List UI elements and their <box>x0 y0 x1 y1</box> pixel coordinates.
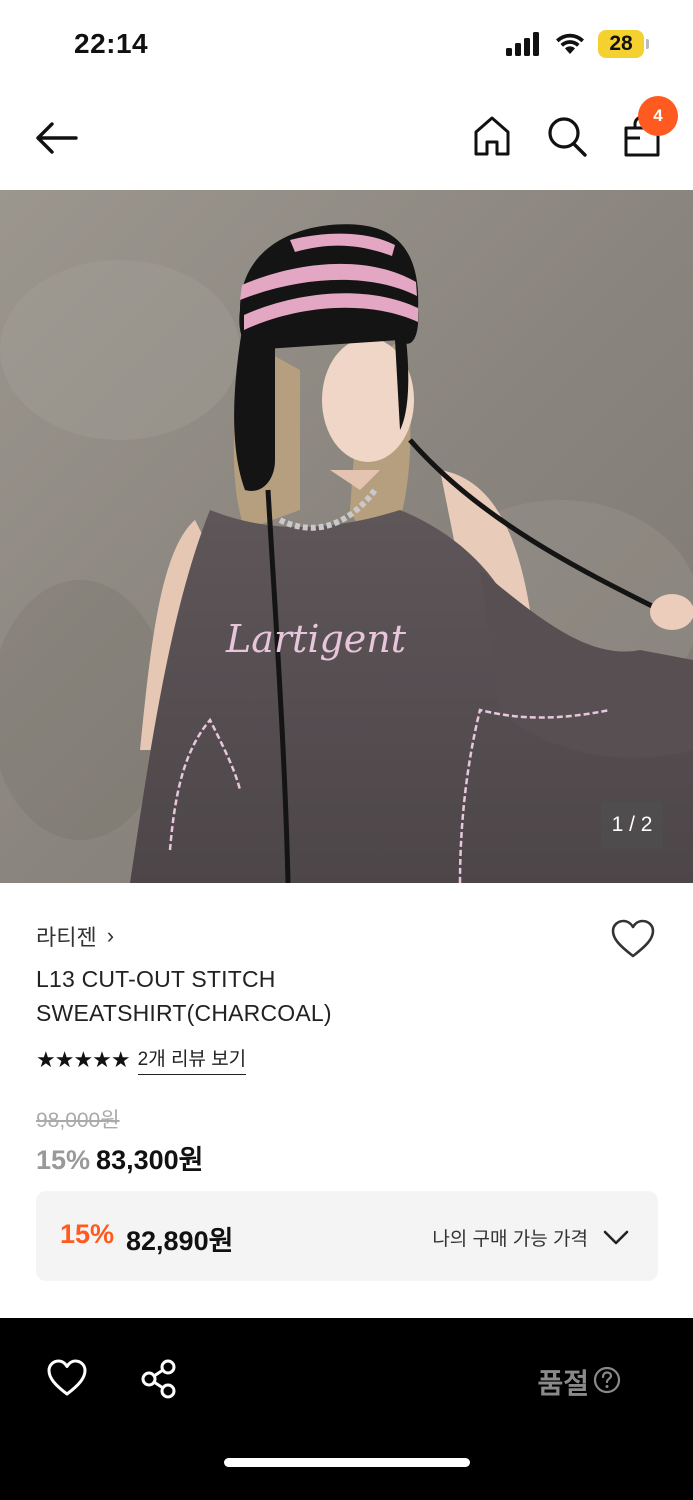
heart-icon[interactable] <box>610 918 656 960</box>
cart-count-badge: 4 <box>638 96 678 136</box>
product-name-line1: L13 CUT-OUT STITCH <box>36 966 276 992</box>
member-discount-rate: 15% <box>60 1219 115 1249</box>
share-icon[interactable] <box>138 1358 180 1400</box>
price-row: 15% 83,300원 <box>36 1138 203 1177</box>
search-icon[interactable] <box>546 114 588 158</box>
wifi-icon <box>556 33 584 54</box>
status-icons: 28 <box>506 30 649 58</box>
member-price-label: 나의 구매 가능 가격 <box>432 1229 588 1250</box>
signal-icon <box>506 32 539 56</box>
member-price-dropdown[interactable]: 15% 82,890원 나의 구매 가능 가격 <box>36 1191 658 1281</box>
status-bar: 22:14 28 <box>0 0 693 92</box>
battery-level: 28 <box>598 30 644 58</box>
bottom-action-bar: 품절 <box>0 1318 693 1500</box>
home-icon[interactable] <box>472 114 512 158</box>
image-counter: 1 / 2 <box>601 802 663 848</box>
product-photo: Lartigent <box>0 190 693 883</box>
product-image[interactable]: Lartigent 1 / 2 <box>0 190 693 883</box>
home-indicator <box>224 1458 470 1467</box>
review-link[interactable]: 2개 리뷰 보기 <box>137 1044 247 1075</box>
back-arrow-icon[interactable] <box>34 118 80 158</box>
battery-indicator: 28 <box>598 30 649 58</box>
brand-link[interactable]: 라티젠 › <box>36 920 114 952</box>
heart-icon[interactable] <box>46 1358 88 1398</box>
sale-price: 83,300원 <box>96 1145 204 1175</box>
status-time: 22:14 <box>74 28 149 59</box>
chevron-right-icon: › <box>106 923 115 948</box>
nav-bar: 4 <box>0 92 693 190</box>
discount-rate: 15% <box>36 1145 91 1175</box>
product-name: L13 CUT-OUT STITCH SWEATSHIRT(CHARCOAL) <box>36 962 596 1030</box>
rating-row: ★★★★★ 2개 리뷰 보기 <box>36 1044 247 1075</box>
product-name-line2: SWEATSHIRT(CHARCOAL) <box>36 1000 332 1026</box>
rating-stars: ★★★★★ <box>36 1046 131 1072</box>
chevron-down-icon <box>603 1230 629 1245</box>
battery-nub <box>646 39 649 49</box>
brand-name: 라티젠 <box>36 925 97 950</box>
help-icon[interactable] <box>593 1366 621 1394</box>
original-price: 98,000원 <box>36 1109 120 1132</box>
sweatshirt-print: Lartigent <box>225 617 407 661</box>
member-price: 82,890원 <box>126 1226 234 1256</box>
soldout-label: 품절 <box>537 1368 589 1399</box>
